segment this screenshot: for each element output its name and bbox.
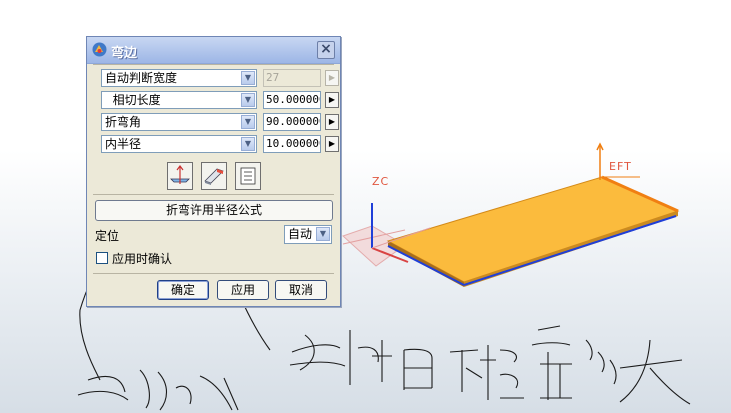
width-value-field[interactable]: 27 bbox=[263, 69, 321, 87]
apply-button[interactable]: 应用 bbox=[217, 280, 269, 300]
chevron-down-icon[interactable]: ▼ bbox=[316, 227, 330, 241]
angle-option-select[interactable]: 折弯角 ▼ bbox=[101, 113, 257, 131]
confirm-on-apply-checkbox[interactable] bbox=[96, 252, 108, 264]
length-menu-arrow-icon[interactable]: ▶ bbox=[325, 92, 339, 108]
cancel-button[interactable]: 取消 bbox=[275, 280, 327, 300]
position-label: 定位 bbox=[95, 229, 120, 243]
zc-axis-label: ZC bbox=[372, 175, 390, 188]
dialog-title: 弯边 bbox=[111, 46, 138, 61]
angle-option-value: 折弯角 bbox=[105, 115, 142, 129]
chevron-down-icon[interactable]: ▼ bbox=[241, 137, 255, 151]
position-select[interactable]: 自动 ▼ bbox=[284, 225, 332, 244]
angle-value-field[interactable]: 90.000000 bbox=[263, 113, 321, 131]
width-menu-arrow-icon[interactable]: ▶ bbox=[325, 70, 339, 86]
length-option-value: 相切长度 bbox=[105, 93, 161, 107]
confirm-on-apply-label: 应用时确认 bbox=[112, 252, 173, 266]
divider bbox=[93, 194, 334, 195]
radius-option-select[interactable]: 内半径 ▼ bbox=[101, 135, 257, 153]
sheet-material-icon[interactable] bbox=[201, 162, 227, 190]
properties-list-icon[interactable] bbox=[235, 162, 261, 190]
bend-radius-formula-button[interactable]: 折弯许用半径公式 bbox=[95, 200, 333, 221]
chevron-down-icon[interactable]: ▼ bbox=[241, 93, 255, 107]
dialog-titlebar[interactable]: 弯边 × bbox=[87, 37, 340, 64]
radius-menu-arrow-icon[interactable]: ▶ bbox=[325, 136, 339, 152]
flange-app-icon bbox=[92, 42, 107, 57]
length-option-select[interactable]: 相切长度 ▼ bbox=[101, 91, 257, 109]
close-button[interactable]: × bbox=[317, 41, 335, 59]
chevron-down-icon[interactable]: ▼ bbox=[241, 71, 255, 85]
width-option-select[interactable]: 自动判断宽度 ▼ bbox=[101, 69, 257, 87]
flange-dialog: 弯边 × 自动判断宽度 ▼ 27 ▶ 相切长度 ▼ 50.000000 ▶ 折弯… bbox=[86, 36, 341, 307]
length-value-field[interactable]: 50.000000 bbox=[263, 91, 321, 109]
radius-value-field[interactable]: 10.000000 bbox=[263, 135, 321, 153]
ok-button[interactable]: 确定 bbox=[157, 280, 209, 300]
angle-menu-arrow-icon[interactable]: ▶ bbox=[325, 114, 339, 130]
position-select-value: 自动 bbox=[288, 227, 313, 241]
parameter-group: 自动判断宽度 ▼ 27 ▶ 相切长度 ▼ 50.000000 ▶ 折弯角 ▼ 9… bbox=[93, 64, 339, 159]
flip-direction-icon[interactable] bbox=[167, 162, 193, 190]
radius-option-value: 内半径 bbox=[105, 137, 142, 151]
width-option-value: 自动判断宽度 bbox=[105, 71, 178, 85]
divider bbox=[93, 273, 334, 274]
chevron-down-icon[interactable]: ▼ bbox=[241, 115, 255, 129]
eft-label: EFT bbox=[609, 160, 632, 173]
